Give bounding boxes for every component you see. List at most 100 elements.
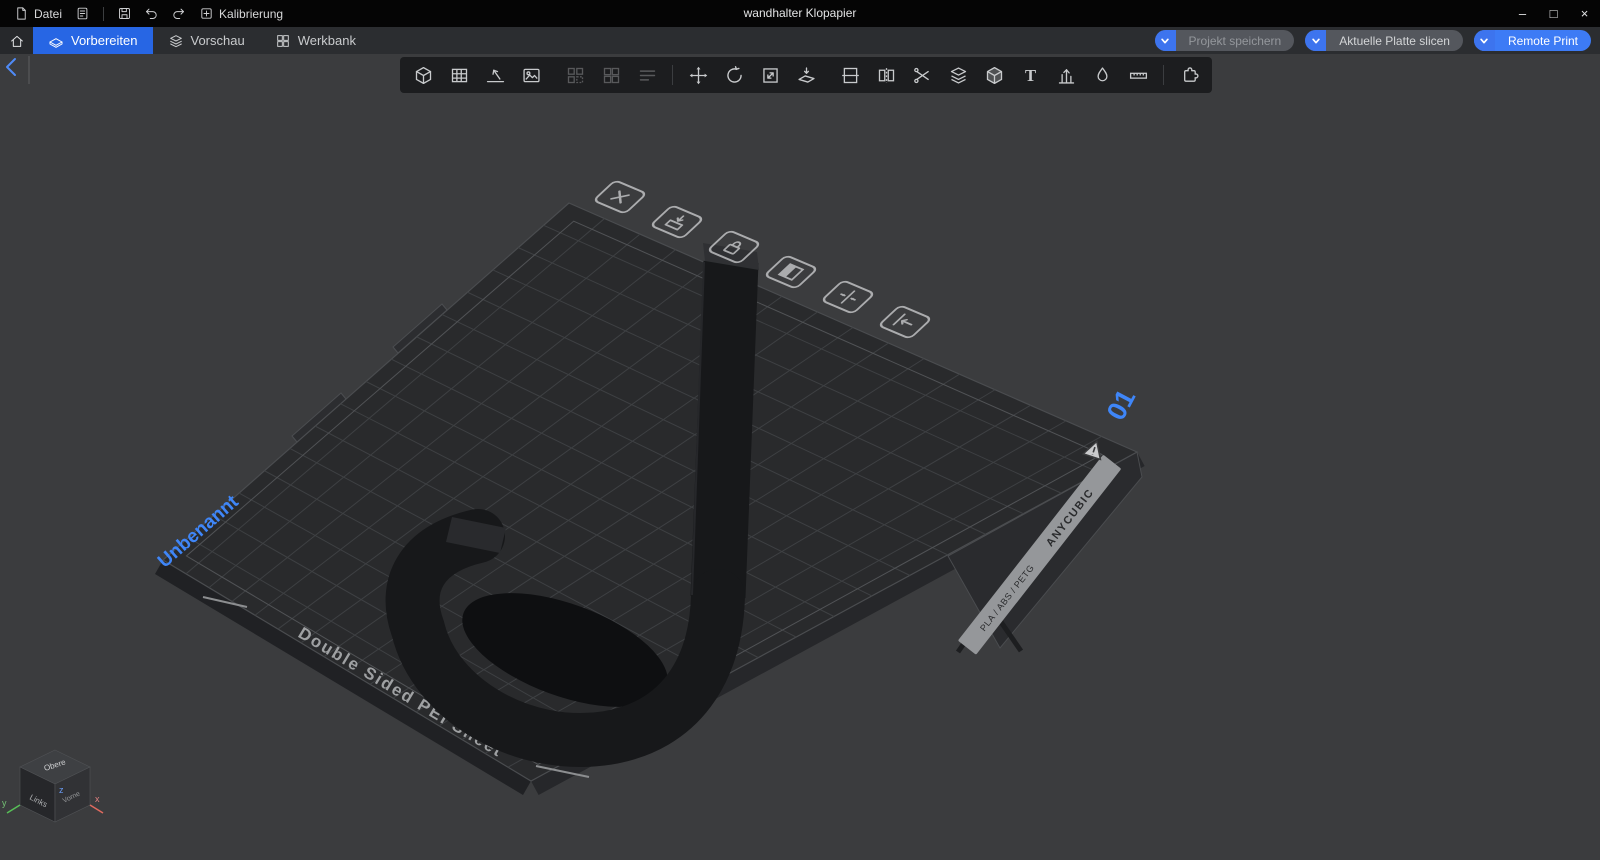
toolbar-mesh-edit[interactable] <box>979 60 1009 90</box>
cut-icon <box>912 65 933 86</box>
save-icon <box>119 8 130 19</box>
toolbar-move[interactable] <box>683 60 713 90</box>
toolbar-variable-layer-height[interactable] <box>943 60 973 90</box>
toolbar-split-objects[interactable] <box>835 60 865 90</box>
plate-action-move-plate-front[interactable] <box>879 305 932 339</box>
prepare-icon <box>49 37 63 48</box>
tab-vorschau[interactable]: Vorschau <box>153 27 260 54</box>
toolbar-support-paint[interactable] <box>1051 60 1081 90</box>
scale-icon <box>760 65 781 86</box>
toolbar-seam-paint[interactable] <box>1087 60 1117 90</box>
file-menu-label: Datei <box>34 6 63 21</box>
remote-print-button[interactable]: Remote Print <box>1473 30 1591 51</box>
text-tool-icon <box>1020 65 1041 86</box>
fill-bed-icon <box>637 65 658 86</box>
axis-y-arrow <box>6 804 21 814</box>
tab-vorbereiten[interactable]: Vorbereiten <box>33 27 153 54</box>
plate-action-plate-settings[interactable] <box>765 255 818 289</box>
measure-icon <box>1128 65 1149 86</box>
home-icon <box>10 35 23 47</box>
toolbar-text-tool[interactable] <box>1015 60 1045 90</box>
plate-action-delete-plate[interactable] <box>594 180 647 214</box>
arrange-plate-icon <box>601 65 622 86</box>
chevron-down-icon <box>1480 38 1489 43</box>
chevron-down-icon <box>1161 38 1169 43</box>
toolbar-arrange-plate[interactable] <box>596 60 626 90</box>
view-cube[interactable]: Obere Links Vorne y x z <box>2 749 104 823</box>
toolbar-arrange-all[interactable] <box>560 60 590 90</box>
document-icon <box>17 7 26 20</box>
redo-icon <box>173 8 184 19</box>
toolbar-add-image[interactable] <box>516 60 546 90</box>
toolbar-rotate[interactable] <box>719 60 749 90</box>
fill-icon <box>778 263 804 281</box>
preview-layers-icon <box>169 34 182 47</box>
save-project-button[interactable]: Projekt speichern <box>1154 30 1295 51</box>
toolbar-cut[interactable] <box>907 60 937 90</box>
delete-icon <box>610 190 630 204</box>
minimize-button[interactable]: – <box>1507 0 1538 27</box>
calibration-icon <box>201 8 212 19</box>
save-button[interactable] <box>111 0 138 27</box>
plugin-icon <box>1179 65 1200 86</box>
toolbar-add-plate[interactable] <box>444 60 474 90</box>
maximize-button[interactable]: □ <box>1538 0 1569 27</box>
viewport-3d[interactable]: T ANYCUBIC PLA / ABS / PETG <box>0 0 1600 860</box>
remote-print-dropdown[interactable] <box>1473 30 1495 51</box>
toolbar-add-model[interactable] <box>408 60 438 90</box>
tab-label: Werkbank <box>297 33 356 48</box>
redo-button[interactable] <box>165 0 192 27</box>
place-on-face-icon <box>796 65 817 86</box>
add-model-icon <box>413 65 434 86</box>
calibration-label: Kalibrierung <box>219 6 284 21</box>
chevron-left-icon <box>6 58 16 76</box>
file-menu[interactable]: Datei <box>7 0 69 27</box>
calibration-button[interactable]: Kalibrierung <box>192 0 290 27</box>
slice-plate-button[interactable]: Aktuelle Platte slicen <box>1305 30 1463 51</box>
toolbar-auto-orient[interactable] <box>480 60 510 90</box>
journal-button[interactable] <box>69 0 96 27</box>
mirror-icon <box>876 65 897 86</box>
toolbar-mirror[interactable] <box>871 60 901 90</box>
titlebar: Datei Kalibrierung wandhalter Klopapier … <box>0 0 1600 27</box>
close-button[interactable]: × <box>1569 0 1600 27</box>
toolbar-separator <box>1163 65 1164 85</box>
save-project-label: Projekt speichern <box>1188 33 1282 48</box>
axis-x-arrow <box>89 804 104 814</box>
support-paint-icon <box>1056 65 1077 86</box>
axis-z-label: z <box>59 785 64 795</box>
toolbar-place-on-face[interactable] <box>791 60 821 90</box>
save-project-dropdown[interactable] <box>1154 30 1176 51</box>
plate-action-auto-orient-plate[interactable] <box>651 205 704 239</box>
toolbar-plugin[interactable] <box>1174 60 1204 90</box>
axis-y-label: y <box>2 798 7 808</box>
collapse-panel-button[interactable] <box>6 56 30 84</box>
toolbar-fill-bed[interactable] <box>632 60 662 90</box>
journal-icon <box>77 7 88 20</box>
toolbar-scale[interactable] <box>755 60 785 90</box>
auto-orient-icon <box>485 65 506 86</box>
seam-paint-icon <box>1092 65 1113 86</box>
toolbar-measure[interactable] <box>1123 60 1153 90</box>
remote-print-label: Remote Print <box>1507 33 1578 48</box>
mesh-edit-icon <box>984 65 1005 86</box>
plate-number: 01 <box>1101 384 1142 425</box>
tab-werkbank[interactable]: Werkbank <box>260 27 371 54</box>
undo-icon <box>146 8 157 19</box>
undo-button[interactable] <box>138 0 165 27</box>
slice-plate-dropdown[interactable] <box>1305 30 1327 51</box>
titlebar-separator <box>103 6 105 21</box>
split-objects-icon <box>840 65 861 86</box>
home-button[interactable] <box>0 27 33 54</box>
edge-icon <box>892 313 918 331</box>
axis-x-label: x <box>95 794 100 804</box>
add-plate-icon <box>449 65 470 86</box>
tab-label: Vorschau <box>190 33 245 48</box>
tab-label: Vorbereiten <box>71 33 138 48</box>
workbench-grid-icon <box>276 34 289 47</box>
variable-layer-height-icon <box>948 65 969 86</box>
plate-action-align-plate[interactable] <box>822 280 875 314</box>
object-toolbar <box>400 57 1212 93</box>
rotate-icon <box>724 65 745 86</box>
chevron-down-icon <box>1311 38 1320 43</box>
